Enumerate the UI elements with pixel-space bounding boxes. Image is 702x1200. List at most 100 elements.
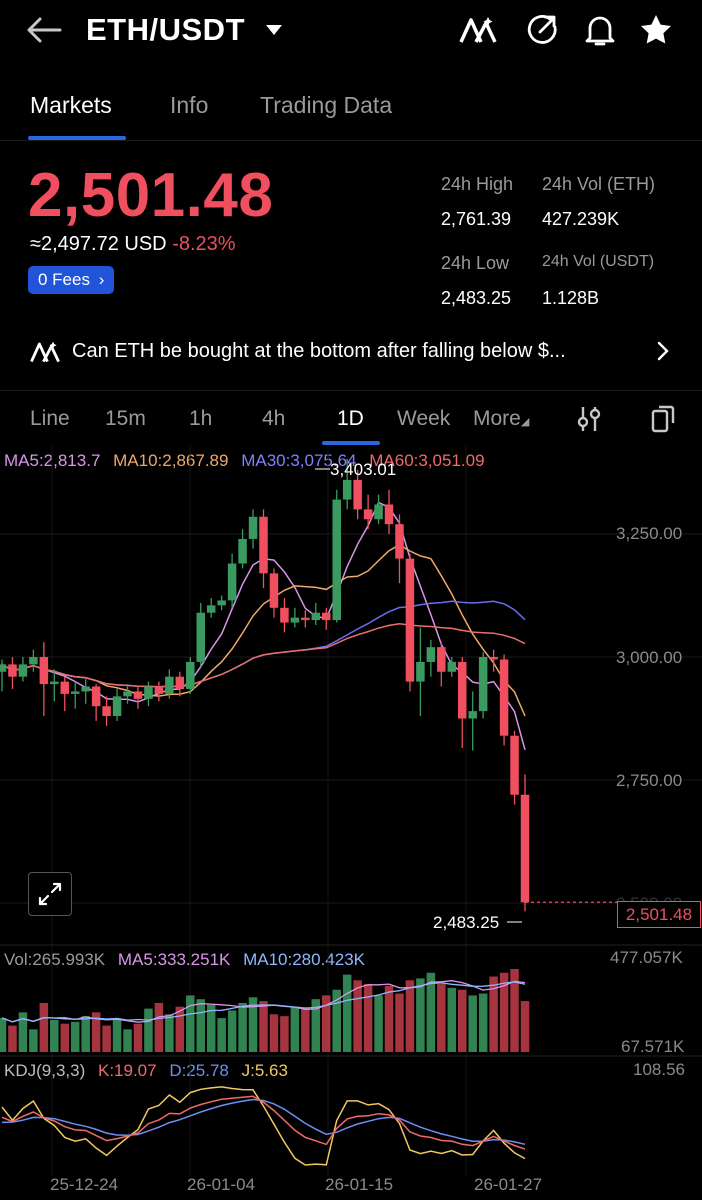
candle-body: [520, 794, 530, 903]
low-price-marker: 2,483.25: [433, 913, 500, 932]
volume-bar: [259, 1001, 268, 1052]
interval-more[interactable]: More◢: [473, 407, 529, 431]
volume-bar: [50, 1019, 59, 1052]
candle-body: [18, 664, 28, 677]
candle-body: [426, 647, 436, 662]
volume-bar: [353, 980, 362, 1052]
candle-body: [50, 681, 59, 685]
candle-body: [447, 661, 457, 672]
volume-bar: [416, 978, 425, 1052]
candle-body: [342, 479, 352, 500]
candle-body: [8, 664, 17, 677]
candle-body: [301, 617, 310, 621]
volume-bar: [280, 1016, 289, 1052]
interval-line[interactable]: Line: [30, 407, 70, 431]
ai-assistant-icon[interactable]: [456, 12, 500, 48]
candle-body: [416, 661, 425, 682]
pair-title[interactable]: ETH/USDT: [86, 12, 245, 48]
candle-body: [259, 516, 268, 574]
candle-body: [81, 686, 90, 692]
vol-usdt-label: 24h Vol (USDT): [542, 253, 655, 270]
share-icon[interactable]: [520, 12, 564, 48]
last-price: 2,501.48: [28, 161, 274, 230]
candlestick-chart[interactable]: [0, 446, 702, 1200]
interval-bar: Line 15m 1h 4h 1D Week More◢: [0, 392, 702, 446]
top-bar: ETH/USDT: [0, 0, 702, 62]
volume-bar: [468, 995, 477, 1052]
volume-bar: [332, 989, 341, 1052]
pair-dropdown-icon[interactable]: [262, 18, 286, 42]
volume-bar: [133, 1023, 143, 1052]
volume-bar: [175, 1006, 185, 1052]
candle-body: [437, 647, 446, 672]
zero-fees-badge[interactable]: 0 Fees ›: [28, 266, 115, 294]
volume-bar: [123, 1029, 132, 1052]
vol-eth-label: 24h Vol (ETH): [542, 174, 656, 194]
interval-1d[interactable]: 1D: [337, 407, 364, 431]
candle-body: [112, 696, 122, 717]
landscape-toggle-icon[interactable]: [648, 404, 678, 434]
usd-price-line: ≈2,497.72 USD -8.23%: [30, 233, 236, 256]
volume-bar: [39, 1002, 49, 1052]
candle-body: [29, 657, 38, 665]
volume-bar: [290, 1006, 300, 1052]
candle-body: [238, 538, 247, 564]
volume-bar: [217, 1018, 226, 1052]
candle-body: [322, 612, 331, 621]
high-24h-value: 2,761.39: [441, 209, 512, 229]
candle-body: [269, 573, 279, 608]
interval-15m[interactable]: 15m: [105, 407, 146, 431]
chart-settings-icon[interactable]: [574, 404, 604, 434]
chevron-right-icon: ›: [98, 270, 105, 289]
corner-triangle-icon: ◢: [520, 416, 530, 428]
volume-bar: [60, 1023, 70, 1052]
candle-body: [227, 563, 237, 601]
volume-bar: [238, 1002, 247, 1052]
low-24h-value: 2,483.25: [441, 288, 512, 308]
candle-body: [478, 657, 488, 712]
date-label: 26-01-04: [187, 1175, 256, 1194]
interval-4h[interactable]: 4h: [262, 407, 285, 431]
tab-markets[interactable]: Markets: [30, 92, 112, 119]
date-label: 25-12-24: [50, 1175, 119, 1194]
active-interval-indicator: [322, 441, 380, 445]
price-change: -8.23%: [172, 233, 236, 255]
candle-body: [457, 661, 467, 719]
volume-bar: [384, 985, 394, 1052]
volume-bar: [206, 1004, 216, 1052]
favorite-star-icon[interactable]: [636, 10, 676, 50]
volume-bar: [196, 999, 205, 1052]
interval-more-label: More: [473, 407, 521, 430]
volume-bar: [144, 1008, 153, 1052]
price-axis-label: 3,250.00: [616, 524, 683, 543]
candle-body: [384, 504, 394, 525]
tab-info[interactable]: Info: [170, 92, 208, 119]
volume-bar: [301, 1008, 310, 1052]
ma-line-ma30: [1, 600, 526, 688]
candle-body: [280, 607, 289, 623]
divider: [0, 390, 702, 391]
candle-body: [70, 691, 80, 694]
volume-axis-min: 67.571K: [621, 1037, 685, 1056]
high-price-marker: 3,403.01: [330, 460, 397, 479]
volume-bar: [363, 984, 373, 1052]
tab-trading-data[interactable]: Trading Data: [260, 92, 392, 119]
candle-body: [39, 657, 49, 685]
candle-body: [91, 686, 101, 707]
candle-body: [395, 524, 404, 559]
interval-week[interactable]: Week: [397, 407, 450, 431]
expand-chart-icon[interactable]: [28, 872, 72, 916]
candle-body: [510, 735, 519, 795]
date-label: 26-01-27: [474, 1175, 543, 1194]
back-arrow-icon[interactable]: [22, 12, 66, 48]
news-text: Can ETH be bought at the bottom after fa…: [72, 340, 566, 362]
interval-1h[interactable]: 1h: [189, 407, 212, 431]
kdj-line: [1, 1095, 526, 1150]
news-banner[interactable]: Can ETH be bought at the bottom after fa…: [28, 336, 678, 370]
date-label: 26-01-15: [325, 1175, 394, 1194]
bell-icon[interactable]: [578, 12, 622, 48]
candle-body: [186, 661, 195, 689]
volume-bar: [8, 1025, 17, 1052]
volume-axis-max: 477.057K: [610, 948, 683, 967]
low-24h-label: 24h Low: [441, 253, 510, 273]
